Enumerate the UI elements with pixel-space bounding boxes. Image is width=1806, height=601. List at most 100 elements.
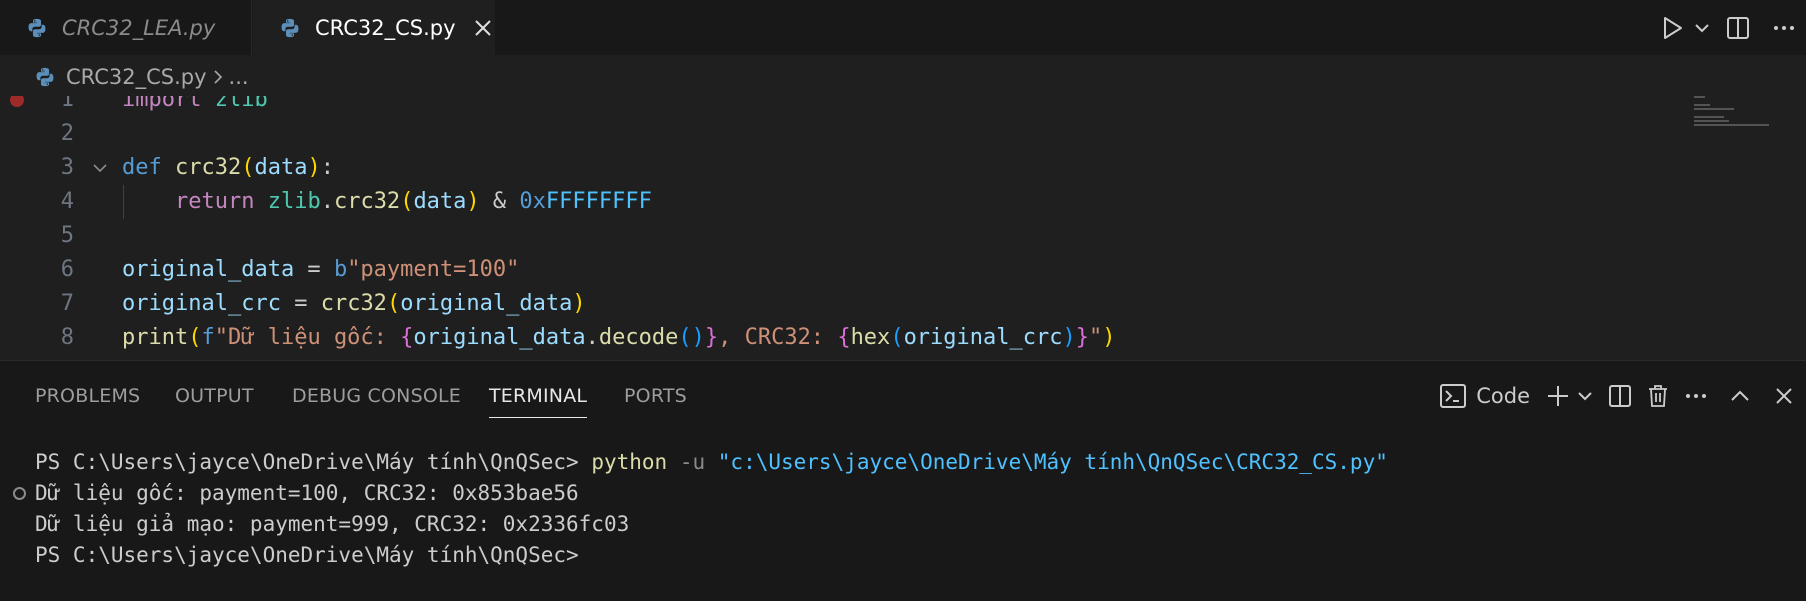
code-token: ) <box>1102 325 1116 350</box>
line-number: 6 <box>60 257 74 282</box>
code-text: import zlib <box>122 96 268 117</box>
command-decoration-icon[interactable] <box>13 487 26 500</box>
code-token: & <box>479 189 520 214</box>
panel-more-button[interactable] <box>1674 393 1718 399</box>
chevron-down-icon <box>1695 23 1709 32</box>
code-line[interactable]: 7 original_crc = crc32(original_data) <box>0 287 1700 321</box>
tab-label: CRC32_CS.py <box>315 15 456 40</box>
code-token: { <box>400 325 414 350</box>
code-token: return <box>174 189 255 214</box>
run-button[interactable] <box>1656 0 1690 55</box>
code-text: def crc32(data): <box>122 151 334 185</box>
code-line[interactable]: 6 original_data = b"payment=100" <box>0 253 1700 287</box>
tab-output[interactable]: OUTPUT <box>175 385 254 407</box>
code-token: ) <box>307 155 321 180</box>
editor-tab-bar: CRC32_LEA.py CRC32_CS.py <box>0 0 1806 55</box>
run-icon <box>1664 16 1682 39</box>
code-token: zlib <box>267 189 321 214</box>
breadcrumb-file[interactable]: CRC32_CS.py <box>66 65 207 89</box>
code-line[interactable]: 2 <box>0 117 1700 151</box>
python-file-icon <box>281 18 299 37</box>
breakpoint-icon[interactable] <box>10 96 24 107</box>
code-line[interactable]: 4 return zlib.crc32(data) & 0xFFFFFFFF <box>0 185 1700 219</box>
code-token: . <box>585 325 599 350</box>
code-token: import <box>122 96 202 112</box>
minimap[interactable] <box>1694 96 1774 156</box>
terminal-line: Dữ liệu gốc: payment=100, CRC32: 0x853ba… <box>35 481 579 505</box>
code-line[interactable]: 8 print(f"Dữ liệu gốc: {original_data.dec… <box>0 321 1700 355</box>
code-token: original_data <box>400 291 573 316</box>
code-text: print(f"Dữ liệu gốc: {original_data.deco… <box>122 321 1116 355</box>
chevron-down-icon <box>1578 392 1592 401</box>
kill-terminal-button[interactable] <box>1642 384 1674 408</box>
maximize-panel-button[interactable] <box>1718 390 1762 402</box>
tab-ports[interactable]: PORTS <box>624 385 687 407</box>
terminal-flag: -u <box>679 450 706 474</box>
run-dropdown-button[interactable] <box>1690 0 1714 55</box>
code-token: crc32 <box>333 189 401 214</box>
terminal-profile-button[interactable]: Code <box>1440 384 1544 408</box>
code-token: : <box>320 155 334 180</box>
code-token: } <box>1075 325 1090 350</box>
minimap-line <box>1694 108 1734 110</box>
close-panel-button[interactable] <box>1762 387 1806 405</box>
split-editor-icon <box>1727 16 1749 39</box>
code-editor[interactable]: 1 import zlib 2 3 def crc32(data): 4 return z… <box>0 96 1806 358</box>
code-token: print <box>122 325 189 350</box>
minimap-line <box>1694 116 1724 118</box>
code-token: zlib <box>214 96 268 112</box>
minimap-line <box>1694 104 1710 106</box>
terminal-icon <box>1440 384 1467 408</box>
new-terminal-dropdown[interactable] <box>1572 391 1598 401</box>
chevron-up-icon <box>1731 390 1749 401</box>
code-token: original_data <box>122 257 295 282</box>
split-terminal-button[interactable] <box>1598 385 1642 407</box>
close-icon <box>1776 388 1792 404</box>
minimap-line <box>1694 120 1729 122</box>
line-number: 1 <box>60 96 74 112</box>
tab-label: CRC32_LEA.py <box>62 15 216 40</box>
tab-crc32-lea[interactable]: CRC32_LEA.py <box>0 0 252 55</box>
breadcrumb: CRC32_CS.py ... <box>34 63 249 91</box>
code-token: ) <box>1062 325 1076 350</box>
code-line[interactable]: 1 import zlib <box>0 96 1700 117</box>
fold-chevron-icon[interactable] <box>92 160 108 176</box>
close-icon[interactable] <box>472 17 494 39</box>
chevron-right-icon <box>213 69 223 85</box>
code-text: original_data = b"payment=100" <box>122 253 519 287</box>
terminal-path-arg: "c:\Users\jayce\OneDrive\Máy tính\QnQSec… <box>717 450 1388 474</box>
code-token: ( <box>241 155 255 180</box>
tab-terminal[interactable]: TERMINAL <box>489 385 588 418</box>
code-token: data <box>413 189 467 214</box>
split-editor-button[interactable] <box>1714 0 1762 55</box>
line-number: 2 <box>60 121 74 146</box>
code-line[interactable]: 5 <box>0 219 1700 253</box>
code-token: = <box>280 291 321 316</box>
trash-icon <box>1649 385 1667 407</box>
code-token: ) <box>572 291 586 316</box>
code-line[interactable]: 3 def crc32(data): <box>0 151 1700 185</box>
more-actions-button[interactable] <box>1762 0 1806 55</box>
code-token: data <box>254 155 308 180</box>
line-number: 7 <box>60 291 74 316</box>
terminal-command: python <box>591 450 668 474</box>
code-token: " <box>1089 325 1103 350</box>
breadcrumb-symbols[interactable]: ... <box>229 65 249 89</box>
code-token: () <box>678 325 705 350</box>
code-token: crc32 <box>320 291 387 316</box>
code-token: ( <box>400 189 414 214</box>
plus-icon <box>1548 386 1568 406</box>
bottom-panel: PROBLEMS OUTPUT DEBUG CONSOLE TERMINAL P… <box>0 360 1806 601</box>
tab-crc32-cs[interactable]: CRC32_CS.py <box>253 0 495 55</box>
tab-problems[interactable]: PROBLEMS <box>35 385 140 407</box>
more-icon <box>1686 394 1706 398</box>
new-terminal-button[interactable] <box>1544 384 1572 408</box>
code-text: return zlib.crc32(data) & 0xFFFFFFFF <box>122 185 652 219</box>
python-file-icon <box>28 18 46 37</box>
code-token: hex <box>850 325 891 350</box>
tab-debug-console[interactable]: DEBUG CONSOLE <box>292 385 461 407</box>
terminal-profile-label: Code <box>1476 384 1530 408</box>
line-number: 5 <box>60 223 74 248</box>
